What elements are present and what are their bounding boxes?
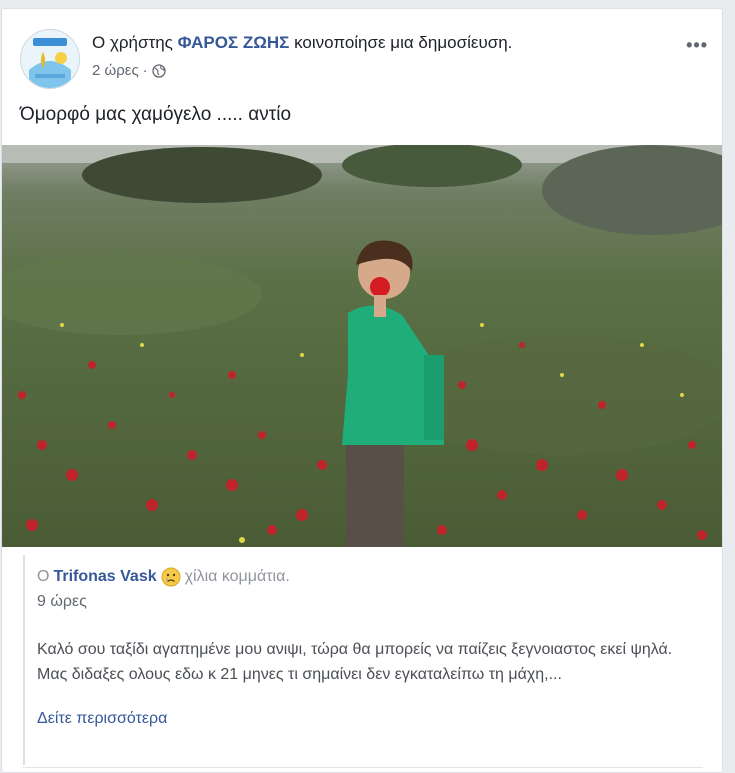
crying-face-emoji-icon xyxy=(161,567,181,587)
post-headline: Ο χρήστης ΦΑΡΟΣ ΖΩΗΣ κοινοποίησε μια δημ… xyxy=(92,33,512,53)
globe-icon[interactable] xyxy=(152,63,166,78)
shared-post-headline: Ο Trifonas Vask χίλια κομμάτια. xyxy=(37,567,290,587)
page-avatar[interactable] xyxy=(20,29,80,89)
shared-feeling: χίλια κομμάτια. xyxy=(184,568,290,585)
shared-post-text: Καλό σου ταξίδι αγαπημένε μου ανιψι, τώρ… xyxy=(37,641,673,683)
shared-timestamp[interactable]: 9 ώρες xyxy=(37,593,87,611)
actor-name-link[interactable]: ΦΑΡΟΣ ΖΩΗΣ xyxy=(178,33,290,52)
post-meta: 2 ώρες · xyxy=(92,62,166,79)
post-photo[interactable] xyxy=(2,145,722,547)
feed-post-card: Ο χρήστης ΦΑΡΟΣ ΖΩΗΣ κοινοποίησε μια δημ… xyxy=(1,8,723,773)
more-options-icon[interactable]: ••• xyxy=(686,35,708,56)
headline-action: κοινοποίησε μια δημοσίευση. xyxy=(294,33,513,52)
divider xyxy=(23,767,703,768)
shared-post: Ο Trifonas Vask χίλια κομμάτια. 9 ώρες Κ… xyxy=(23,555,703,765)
see-more-link[interactable]: Δείτε περισσότερα xyxy=(37,710,167,728)
post-timestamp[interactable]: 2 ώρες xyxy=(92,62,139,79)
post-header: Ο χρήστης ΦΑΡΟΣ ΖΩΗΣ κοινοποίησε μια δημ… xyxy=(20,29,710,89)
shared-prefix: Ο xyxy=(37,568,50,585)
headline-prefix: Ο χρήστης xyxy=(92,33,173,52)
shared-author-link[interactable]: Trifonas Vask xyxy=(53,568,156,586)
post-text: Όμορφό μας χαμόγελο ..... αντίο xyxy=(20,104,292,125)
